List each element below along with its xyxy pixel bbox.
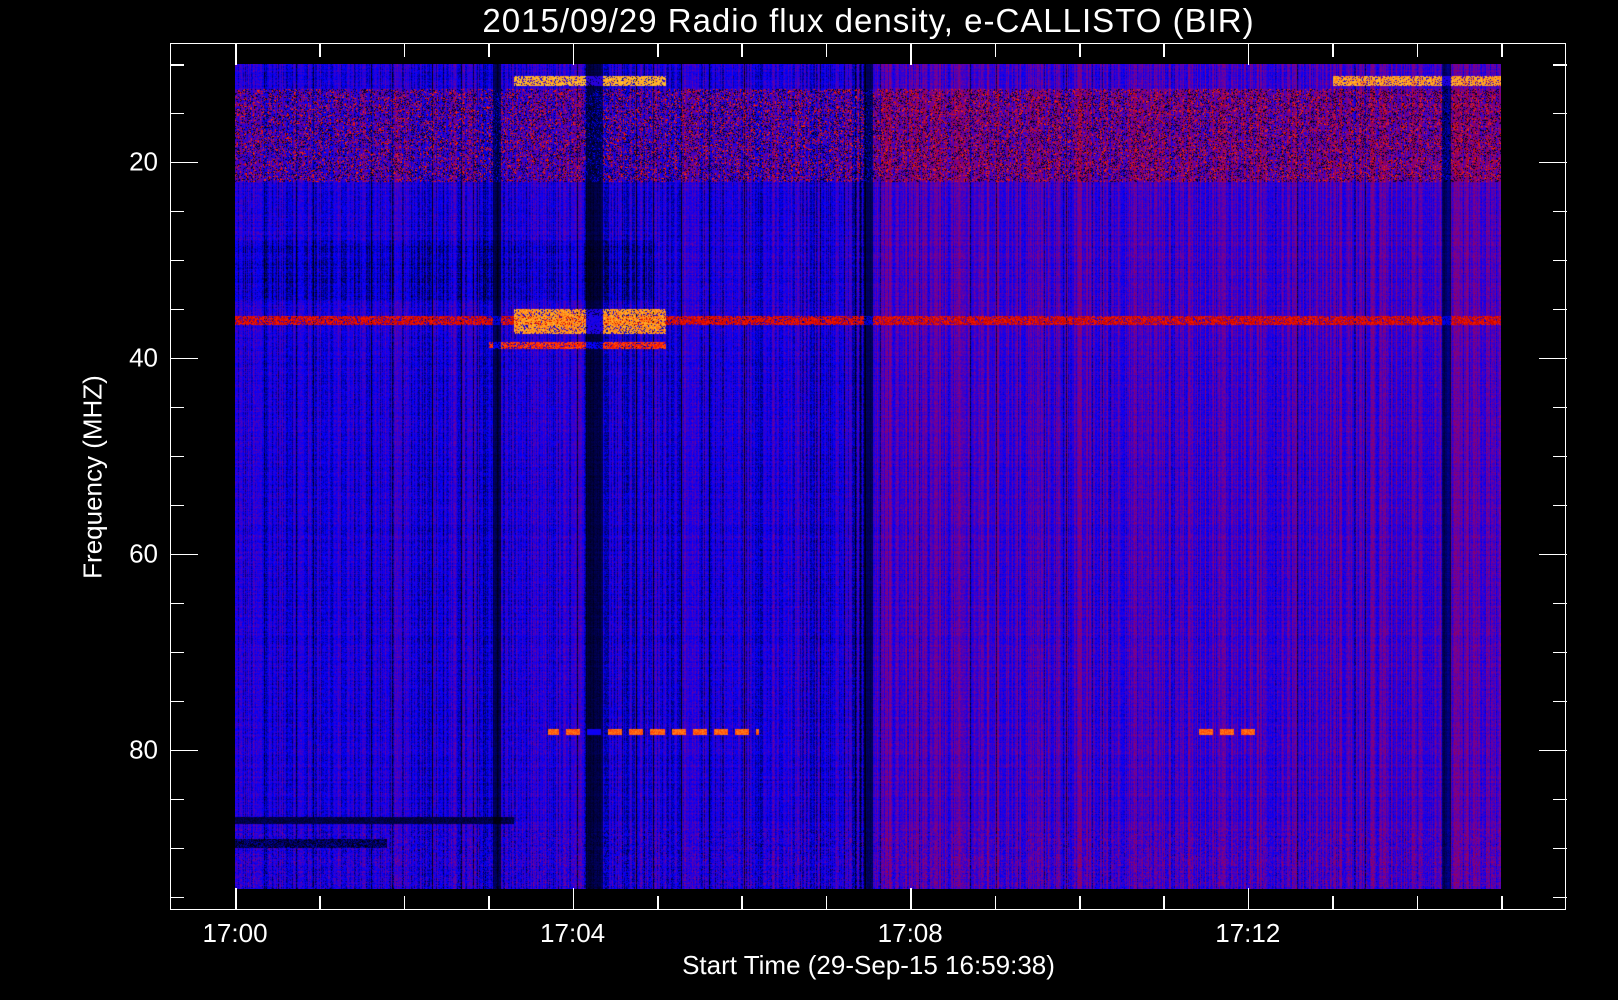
y-tick-right xyxy=(1553,896,1567,899)
y-tick-right xyxy=(1553,798,1567,801)
y-tick-right xyxy=(1553,700,1567,703)
y-tick-label: 60 xyxy=(129,538,158,569)
y-tick xyxy=(170,749,198,752)
x-tick-label: 17:08 xyxy=(877,918,943,948)
y-tick-label: 40 xyxy=(129,342,158,373)
y-tick-right xyxy=(1539,553,1567,556)
x-tick xyxy=(1501,896,1503,910)
x-axis-label: Start Time (29-Sep-15 16:59:38) xyxy=(682,950,1055,980)
x-tick-top xyxy=(825,43,828,57)
x-tick-top xyxy=(319,43,321,57)
x-tick xyxy=(1416,896,1419,910)
x-tick xyxy=(910,888,912,910)
y-tick xyxy=(170,112,184,115)
y-tick-right xyxy=(1553,64,1567,66)
x-tick-top xyxy=(741,43,743,57)
y-tick xyxy=(170,357,198,360)
x-tick-top xyxy=(1079,43,1081,57)
x-tick xyxy=(741,896,743,910)
x-tick xyxy=(1079,896,1081,910)
y-tick-right xyxy=(1553,210,1567,213)
x-tick-top xyxy=(235,43,237,65)
x-tick xyxy=(657,896,659,910)
y-tick xyxy=(170,308,184,311)
y-tick xyxy=(170,896,184,899)
y-tick-label: 80 xyxy=(129,734,158,765)
y-tick xyxy=(170,455,184,458)
x-tick-top xyxy=(1332,43,1334,57)
y-tick xyxy=(170,210,184,213)
x-tick xyxy=(1163,896,1165,910)
y-tick-label: 20 xyxy=(129,146,158,177)
x-tick-label: 17:04 xyxy=(540,918,606,948)
y-tick-right xyxy=(1539,357,1567,360)
x-tick-label: 17:00 xyxy=(202,918,268,948)
y-tick xyxy=(170,504,184,507)
y-tick-right xyxy=(1553,847,1567,850)
y-tick-right xyxy=(1553,112,1567,115)
y-tick-right xyxy=(1553,308,1567,311)
y-tick xyxy=(170,700,184,703)
y-tick xyxy=(170,406,184,409)
x-tick xyxy=(488,896,490,910)
x-tick xyxy=(1247,888,1250,910)
x-tick xyxy=(1332,896,1334,910)
y-tick xyxy=(170,602,184,605)
x-tick-top xyxy=(572,43,575,65)
x-tick-top xyxy=(403,43,406,57)
chart-title: 2015/09/29 Radio flux density, e-CALLIST… xyxy=(482,2,1255,39)
y-tick xyxy=(170,161,198,164)
y-tick-right xyxy=(1553,504,1567,507)
x-tick xyxy=(319,896,321,910)
y-tick-right xyxy=(1553,259,1567,262)
x-tick-top xyxy=(1163,43,1165,57)
y-tick-right xyxy=(1539,161,1567,164)
x-tick-top xyxy=(488,43,490,57)
spectrogram-heatmap xyxy=(235,64,1501,889)
x-tick xyxy=(572,888,575,910)
x-tick-top xyxy=(1501,43,1503,57)
y-tick xyxy=(170,64,184,66)
x-tick-top xyxy=(994,43,997,57)
y-tick-right xyxy=(1553,602,1567,605)
x-tick-label: 17:12 xyxy=(1215,918,1281,948)
y-tick xyxy=(170,847,184,850)
y-tick-right xyxy=(1553,455,1567,458)
y-tick xyxy=(170,651,184,654)
y-tick xyxy=(170,259,184,262)
x-tick xyxy=(825,896,828,910)
y-axis-label: Frequency (MHZ) xyxy=(77,375,108,579)
y-tick xyxy=(170,553,198,556)
x-tick xyxy=(235,888,237,910)
y-tick-right xyxy=(1539,749,1567,752)
y-tick xyxy=(170,798,184,801)
x-tick-top xyxy=(1416,43,1419,57)
x-tick-top xyxy=(910,43,912,65)
x-tick-top xyxy=(1247,43,1250,65)
x-tick xyxy=(994,896,997,910)
y-tick-right xyxy=(1553,406,1567,409)
x-tick-top xyxy=(657,43,659,57)
x-tick xyxy=(403,896,406,910)
y-tick-right xyxy=(1553,651,1567,654)
